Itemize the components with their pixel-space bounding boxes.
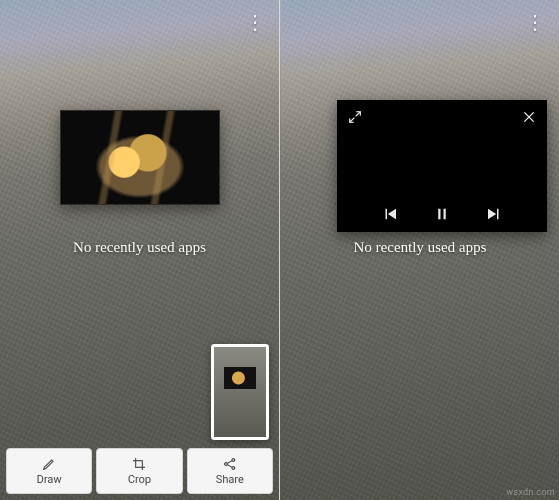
crop-button[interactable]: Crop [96,448,182,494]
next-track-icon[interactable] [485,205,503,223]
share-label: Share [216,473,244,486]
previous-track-icon[interactable] [381,205,399,223]
watermark-text: wsxdn.com [506,488,555,498]
pip-controls [337,196,547,232]
pip-movie-preview[interactable] [60,110,220,205]
overflow-menu-button[interactable]: ⋮ [241,8,269,36]
share-button[interactable]: Share [187,448,273,494]
crop-icon [131,456,147,472]
pause-icon[interactable] [433,205,451,223]
no-recent-apps-label: No recently used apps [0,240,279,257]
pip-video-player[interactable] [337,100,547,232]
no-recent-apps-label: No recently used apps [281,240,559,257]
screenshot-left: ⋮ No recently used apps Draw Crop Share [0,0,279,500]
pip-top-bar [337,100,547,134]
pencil-icon [41,456,57,472]
expand-icon[interactable] [347,109,363,125]
pip-video-surface[interactable] [337,134,547,196]
draw-button[interactable]: Draw [6,448,92,494]
screenshot-thumbnail[interactable] [211,344,269,440]
screenshot-toolbar: Draw Crop Share [6,448,273,494]
crop-label: Crop [128,473,151,486]
screenshot-right: ⋮ No recently used apps wsxdn.com [280,0,559,500]
close-icon[interactable] [521,109,537,125]
share-icon [222,456,238,472]
overflow-menu-button[interactable]: ⋮ [521,8,549,36]
draw-label: Draw [37,473,62,486]
